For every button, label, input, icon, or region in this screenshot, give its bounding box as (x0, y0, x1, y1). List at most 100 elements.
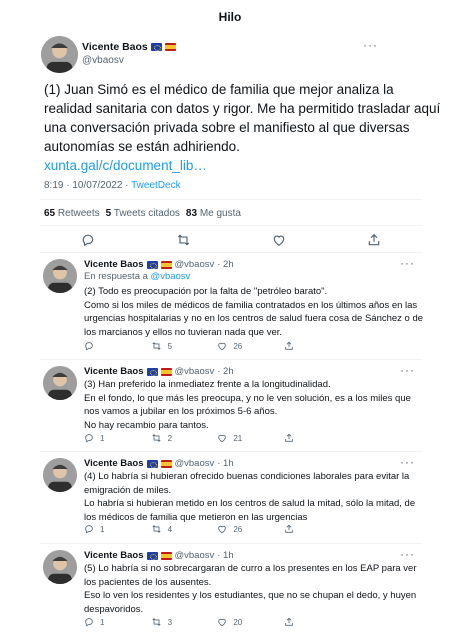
retweet-button[interactable]: 5 (151, 341, 191, 351)
tweet-meta: 8:19 · 10/07/2022 · TweetDeck (44, 180, 181, 191)
retweet-button[interactable]: 3 (151, 617, 191, 627)
reply-icon (85, 618, 93, 627)
more-icon[interactable]: ··· (400, 547, 415, 561)
retweet-icon (152, 618, 161, 626)
avatar[interactable] (43, 366, 77, 400)
share-icon (285, 617, 293, 626)
spain-flag-icon (160, 260, 172, 269)
reply-text: (5) Lo habría si no sobrecargaran de cur… (84, 563, 417, 615)
likes-stat[interactable]: 83 Me gusta (186, 208, 241, 219)
handle[interactable]: @vbaosv (82, 55, 124, 66)
share-icon (285, 433, 293, 442)
more-icon[interactable]: ··· (363, 38, 378, 52)
share-icon[interactable] (367, 233, 381, 247)
like-button[interactable]: 20 (217, 617, 257, 627)
avatar[interactable] (43, 550, 77, 584)
share-button[interactable] (284, 433, 324, 443)
reply-button[interactable]: 1 (84, 524, 124, 534)
reply-actions: 1 4 26 (84, 524, 324, 534)
tweet-link[interactable]: xunta.gal/c/document_lib… (44, 156, 444, 175)
like-button[interactable]: 26 (217, 524, 257, 534)
page-title: Hilo (218, 10, 242, 24)
display-name[interactable]: Vicente Baos (84, 458, 144, 469)
more-icon[interactable]: ··· (400, 363, 415, 377)
eu-flag-icon (146, 459, 158, 468)
main-author[interactable]: Vicente Baos (82, 41, 176, 53)
divider (40, 451, 422, 452)
reply-actions: 1 3 20 (84, 617, 324, 627)
reply-text: (2) Todo es preocupación por la falta de… (84, 286, 424, 338)
eu-flag-icon (146, 260, 158, 269)
reply-time[interactable]: · 2h (217, 366, 233, 377)
eu-flag-icon (146, 367, 158, 376)
reply-button[interactable]: 1 (84, 617, 124, 627)
avatar[interactable] (43, 458, 77, 492)
share-button[interactable] (284, 524, 324, 534)
share-button[interactable] (284, 341, 324, 351)
handle[interactable]: @vbaosv (175, 259, 215, 270)
reply-to-handle[interactable]: @vbaosv (151, 271, 191, 282)
reply-author[interactable]: Vicente Baos @vbaosv · 2h (84, 366, 234, 377)
retweet-icon (152, 342, 161, 350)
divider (40, 252, 422, 253)
display-name[interactable]: Vicente Baos (84, 259, 144, 270)
handle[interactable]: @vbaosv (175, 458, 215, 469)
tweet-text: (1) Juan Simó es el médico de familia qu… (44, 80, 444, 175)
heart-icon (218, 342, 227, 351)
reply-tweet[interactable]: Vicente Baos @vbaosv · 1h ··· (4) Lo hab… (40, 455, 425, 538)
spain-flag-icon (160, 459, 172, 468)
display-name[interactable]: Vicente Baos (84, 366, 144, 377)
avatar[interactable] (43, 259, 77, 293)
reply-text: (3) Han preferido la inmediatez frente a… (84, 379, 411, 431)
reply-time[interactable]: · 2h (217, 259, 233, 270)
reply-actions: 5 26 (84, 341, 324, 351)
reply-tweet[interactable]: Vicente Baos @vbaosv · 1h ··· (5) Lo hab… (40, 547, 425, 632)
reply-icon (85, 434, 93, 443)
reply-text: (4) Lo habría si hubieran ofrecido buena… (84, 471, 416, 523)
quotes-stat[interactable]: 5 Tweets citados (106, 208, 180, 219)
handle[interactable]: @vbaosv (175, 550, 215, 561)
in-reply-to: En respuesta a @vbaosv (84, 271, 191, 282)
retweet-icon (152, 434, 161, 442)
avatar[interactable] (41, 36, 78, 73)
share-icon (285, 524, 293, 533)
display-name[interactable]: Vicente Baos (82, 41, 148, 53)
handle[interactable]: @vbaosv (175, 366, 215, 377)
reply-author[interactable]: Vicente Baos @vbaosv · 1h (84, 458, 234, 469)
like-button[interactable]: 26 (217, 341, 257, 351)
divider (40, 199, 422, 200)
heart-icon (218, 525, 227, 534)
reply-author[interactable]: Vicente Baos @vbaosv · 2h (84, 259, 234, 270)
share-icon (285, 341, 293, 350)
reply-time[interactable]: · 1h (217, 458, 233, 469)
reply-button[interactable] (84, 341, 124, 351)
tweet-source[interactable]: TweetDeck (131, 180, 180, 191)
more-icon[interactable]: ··· (400, 256, 415, 270)
spain-flag-icon (160, 551, 172, 560)
tweet-stats: 65 Retweets 5 Tweets citados 83 Me gusta (44, 208, 241, 219)
reply-time[interactable]: · 1h (217, 550, 233, 561)
spain-flag-icon (160, 367, 172, 376)
share-button[interactable] (284, 617, 324, 627)
heart-icon (218, 434, 227, 443)
reply-icon (85, 525, 93, 534)
heart-icon[interactable] (272, 233, 286, 247)
eu-flag-icon (150, 43, 162, 51)
reply-icon[interactable] (81, 233, 95, 247)
reply-icon (85, 342, 93, 351)
tweet-body: (1) Juan Simó es el médico de familia qu… (44, 82, 441, 154)
retweet-icon[interactable] (176, 233, 191, 247)
reply-tweet[interactable]: Vicente Baos @vbaosv · 2h ··· En respues… (40, 256, 425, 354)
divider (40, 543, 422, 544)
display-name[interactable]: Vicente Baos (84, 550, 144, 561)
tweet-time[interactable]: 8:19 · 10/07/2022 · (44, 180, 129, 191)
more-icon[interactable]: ··· (400, 455, 415, 469)
retweet-button[interactable]: 2 (151, 433, 191, 443)
retweets-stat[interactable]: 65 Retweets (44, 208, 100, 219)
reply-author[interactable]: Vicente Baos @vbaosv · 1h (84, 550, 234, 561)
like-button[interactable]: 21 (217, 433, 257, 443)
retweet-button[interactable]: 4 (151, 524, 191, 534)
reply-button[interactable]: 1 (84, 433, 124, 443)
reply-tweet[interactable]: Vicente Baos @vbaosv · 2h ··· (3) Han pr… (40, 363, 425, 446)
retweet-icon (152, 525, 161, 533)
